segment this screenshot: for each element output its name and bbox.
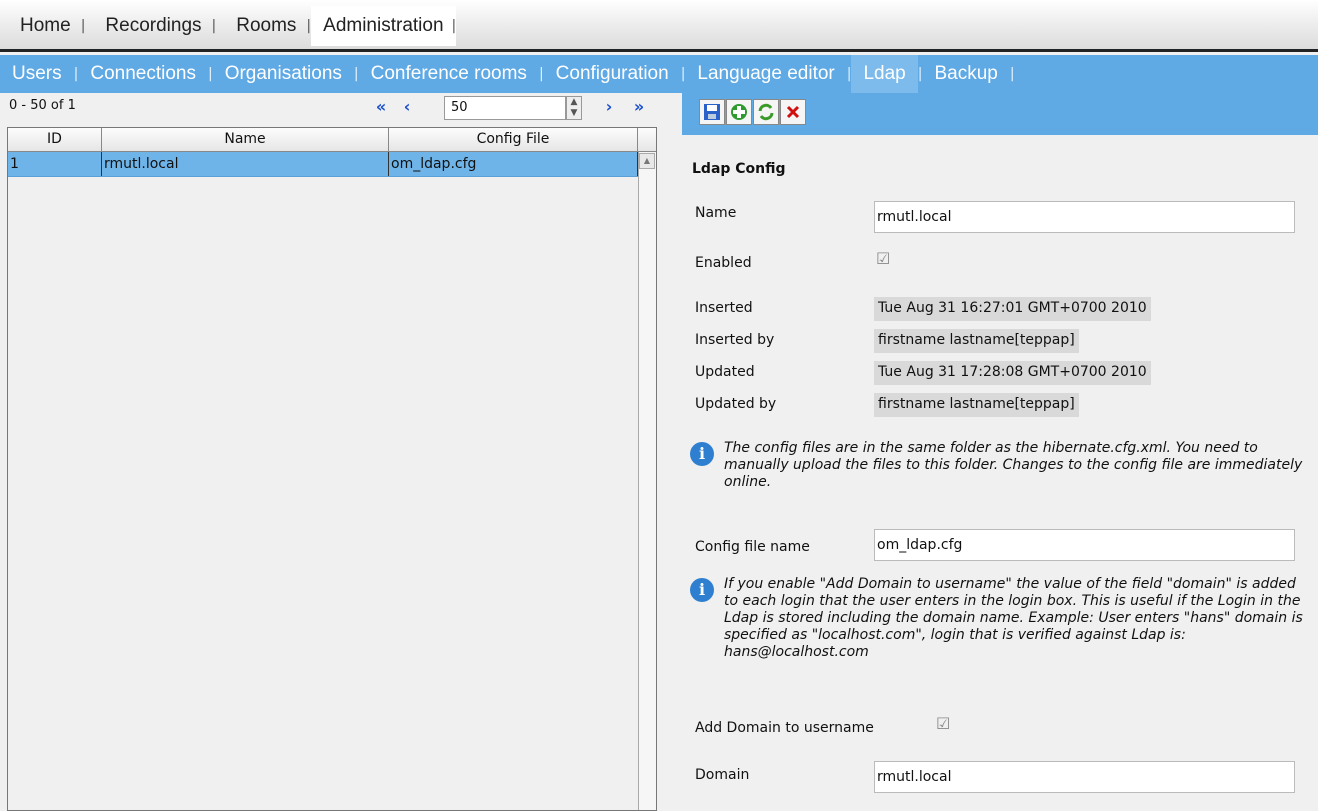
- inserted-by-label: Inserted by: [695, 332, 775, 348]
- ldap-list-panel: 0 - 50 of 1 « ‹ 50 ▲ ▼ › » ID Name Config…: [0, 93, 662, 811]
- ldap-config-panel: Ldap Config Name rmutl.local Enabled ☑ I…: [682, 93, 1318, 811]
- updated-label: Updated: [695, 364, 755, 380]
- inserted-label: Inserted: [695, 300, 753, 316]
- table-row[interactable]: 1 rmutl.local om_ldap.cfg: [8, 152, 656, 177]
- add-domain-info-text: If you enable "Add Domain to username" t…: [724, 576, 1303, 660]
- inserted-value: Tue Aug 31 16:27:01 GMT+0700 2010: [874, 297, 1151, 321]
- inserted-by-value: firstname lastname[teppap]: [874, 329, 1079, 353]
- main-nav: Home | Recordings | Rooms | Administrati…: [0, 0, 1318, 52]
- cell-id: 1: [8, 152, 102, 176]
- domain-input[interactable]: rmutl.local: [874, 761, 1295, 793]
- add-domain-checkbox[interactable]: ☑: [936, 716, 952, 732]
- enabled-label: Enabled: [695, 255, 752, 271]
- tab-home[interactable]: Home: [0, 6, 85, 46]
- save-icon-glyph: [704, 104, 720, 120]
- tab-administration[interactable]: Administration: [311, 6, 456, 46]
- tab-rooms[interactable]: Rooms: [216, 6, 310, 46]
- add-domain-label: Add Domain to username: [695, 720, 874, 736]
- add-domain-info: i If you enable "Add Domain to username"…: [690, 576, 1303, 696]
- enabled-checkbox[interactable]: ☑: [876, 251, 892, 267]
- subtab-connections[interactable]: Connections: [78, 55, 208, 93]
- delete-icon-glyph: [786, 105, 800, 119]
- save-icon[interactable]: [699, 99, 725, 125]
- subtab-configuration[interactable]: Configuration: [544, 55, 681, 93]
- tab-separator: |: [1009, 66, 1015, 82]
- name-input[interactable]: rmutl.local: [874, 201, 1295, 233]
- main-nav-tabs: Home | Recordings | Rooms | Administrati…: [0, 6, 456, 46]
- admin-sub-nav: Users | Connections | Organisations | Co…: [0, 55, 1318, 93]
- subtab-ldap[interactable]: Ldap: [851, 55, 918, 93]
- refresh-icon[interactable]: [753, 99, 779, 125]
- config-file-name-label: Config file name: [695, 539, 810, 555]
- cell-config-file: om_ldap.cfg: [389, 152, 638, 176]
- name-label: Name: [695, 205, 737, 221]
- info-icon: i: [690, 442, 714, 466]
- add-icon[interactable]: [726, 99, 752, 125]
- vertical-scrollbar[interactable]: ▲: [638, 152, 656, 810]
- refresh-icon-glyph: [758, 103, 774, 121]
- subtab-conference-rooms[interactable]: Conference rooms: [359, 55, 539, 93]
- info-icon: i: [690, 578, 714, 602]
- scroll-up-icon[interactable]: ▲: [639, 153, 655, 169]
- cell-name: rmutl.local: [102, 152, 389, 176]
- domain-label: Domain: [695, 767, 750, 783]
- toolbar: [0, 93, 1318, 135]
- config-files-info-text: The config files are in the same folder …: [724, 440, 1303, 490]
- config-files-info: i The config files are in the same folde…: [690, 440, 1302, 500]
- updated-value: Tue Aug 31 17:28:08 GMT+0700 2010: [874, 361, 1151, 385]
- subtab-users[interactable]: Users: [0, 55, 74, 93]
- subtab-organisations[interactable]: Organisations: [213, 55, 354, 93]
- updated-by-value: firstname lastname[teppap]: [874, 393, 1079, 417]
- subtab-backup[interactable]: Backup: [922, 55, 1009, 93]
- config-file-name-input[interactable]: om_ldap.cfg: [874, 529, 1295, 561]
- subtab-language-editor[interactable]: Language editor: [685, 55, 846, 93]
- admin-sub-nav-tabs: Users | Connections | Organisations | Co…: [0, 55, 1318, 93]
- updated-by-label: Updated by: [695, 396, 777, 412]
- add-icon-glyph: [731, 104, 747, 120]
- form-title: Ldap Config: [692, 161, 786, 177]
- ldap-table: ID Name Config File 1 rmutl.local om_lda…: [7, 127, 657, 811]
- tab-recordings[interactable]: Recordings: [85, 6, 215, 46]
- tab-separator: |: [451, 18, 457, 34]
- delete-icon[interactable]: [780, 99, 806, 125]
